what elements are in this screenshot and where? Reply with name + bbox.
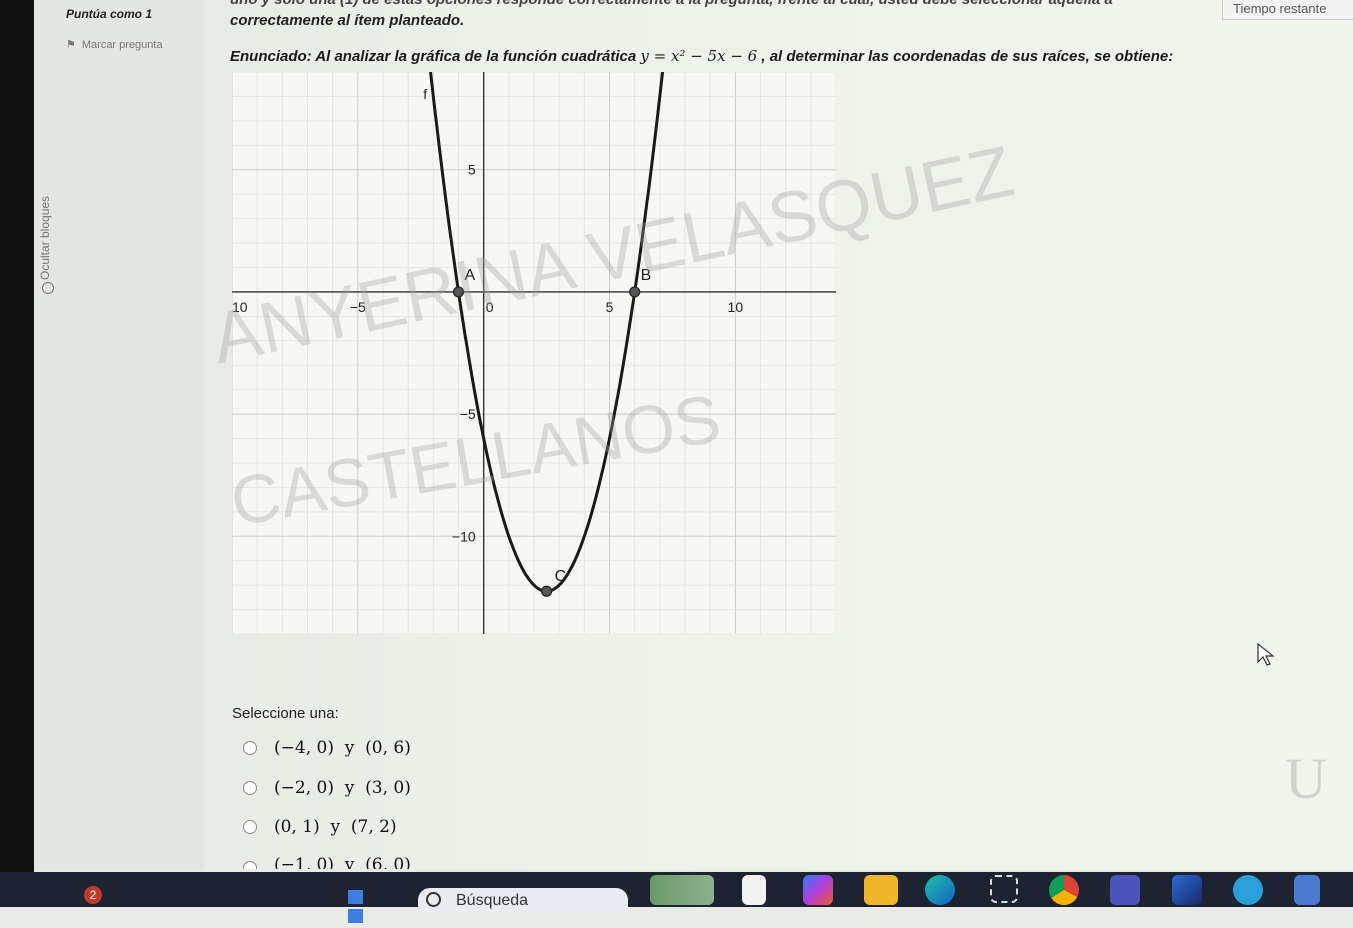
search-placeholder: Búsqueda [456,892,529,909]
taskbar-search-box[interactable]: Búsqueda [418,888,628,912]
curve-label: f [423,86,427,102]
notification-badge[interactable]: 2 [84,886,102,904]
snipping-tool-icon[interactable] [990,875,1018,903]
instruction-line: correctamente al ítem planteado. [230,12,465,29]
score-label: Puntúa como 1 [66,7,153,21]
answer-option-4[interactable]: (−1, 0) y (6, 0) [243,855,411,869]
question-info-panel [34,0,204,870]
radio-button[interactable] [243,820,257,834]
equation: y = x² − 5x − 6 [640,47,758,65]
widgets-icon[interactable] [348,890,382,923]
radio-button[interactable] [243,861,257,869]
flag-question-label: Marcar pregunta [81,39,163,51]
mouse-cursor-icon [1257,643,1275,666]
flag-icon: ⚑ [66,39,76,51]
statement-pre: Enunciado: Al analizar la gráfica de la … [230,48,641,65]
statement-post: , al determinar las coordenadas de sus r… [757,48,1174,65]
select-one-label: Seleccione una: [232,705,339,722]
hide-blocks-toggle[interactable]: Ocultar bloques [34,150,60,294]
time-remaining-label: Tiempo restante [1222,0,1353,20]
radio-button[interactable] [243,741,257,755]
answer-option-text: (−2, 0) y (3, 0) [274,778,411,798]
taskbar: 2 Búsqueda [0,872,1353,923]
left-bezel [0,0,34,907]
app-icon[interactable] [1172,875,1202,905]
x-tick-label: 10 [728,299,744,315]
instruction-cut-line: uno y solo una (1) de estas opciones res… [230,0,1113,8]
answer-option-2[interactable]: (−2, 0) y (3, 0) [243,777,411,799]
file-icon[interactable] [742,875,766,905]
y-tick-label: 5 [468,162,476,178]
answer-option-3[interactable]: (0, 1) y (7, 2) [243,816,397,838]
security-app-icon[interactable] [1294,875,1320,905]
chrome-icon[interactable] [1049,875,1079,905]
question-statement: Enunciado: Al analizar la gráfica de la … [230,47,1173,65]
point-c [540,585,553,597]
answer-option-text: (−1, 0) y (6, 0) [274,855,411,869]
edge-browser-icon[interactable] [925,875,955,905]
flag-question-link[interactable]: ⚑ Marcar pregunta [66,38,163,51]
teams-icon[interactable] [1110,875,1140,905]
answer-option-text: (0, 1) y (7, 2) [274,817,397,837]
answer-option-text: (−4, 0) y (0, 6) [274,738,411,758]
folder-icon[interactable] [864,875,898,905]
toggle-circle-icon [42,282,54,294]
radio-button[interactable] [243,781,257,795]
x-tick-label: 5 [606,299,614,315]
weather-widget-icon[interactable] [650,875,714,905]
y-tick-label: −5 [460,406,476,422]
answer-option-1[interactable]: (−4, 0) y (0, 6) [243,737,411,759]
copilot-icon[interactable] [803,875,833,905]
magnifier-app-icon[interactable] [1233,875,1263,905]
search-icon [426,892,441,907]
y-tick-label: −10 [452,528,476,544]
point-label-c: C [555,568,567,585]
watermark-badge: U [1285,746,1327,811]
hide-blocks-label: Ocultar bloques [38,195,52,280]
